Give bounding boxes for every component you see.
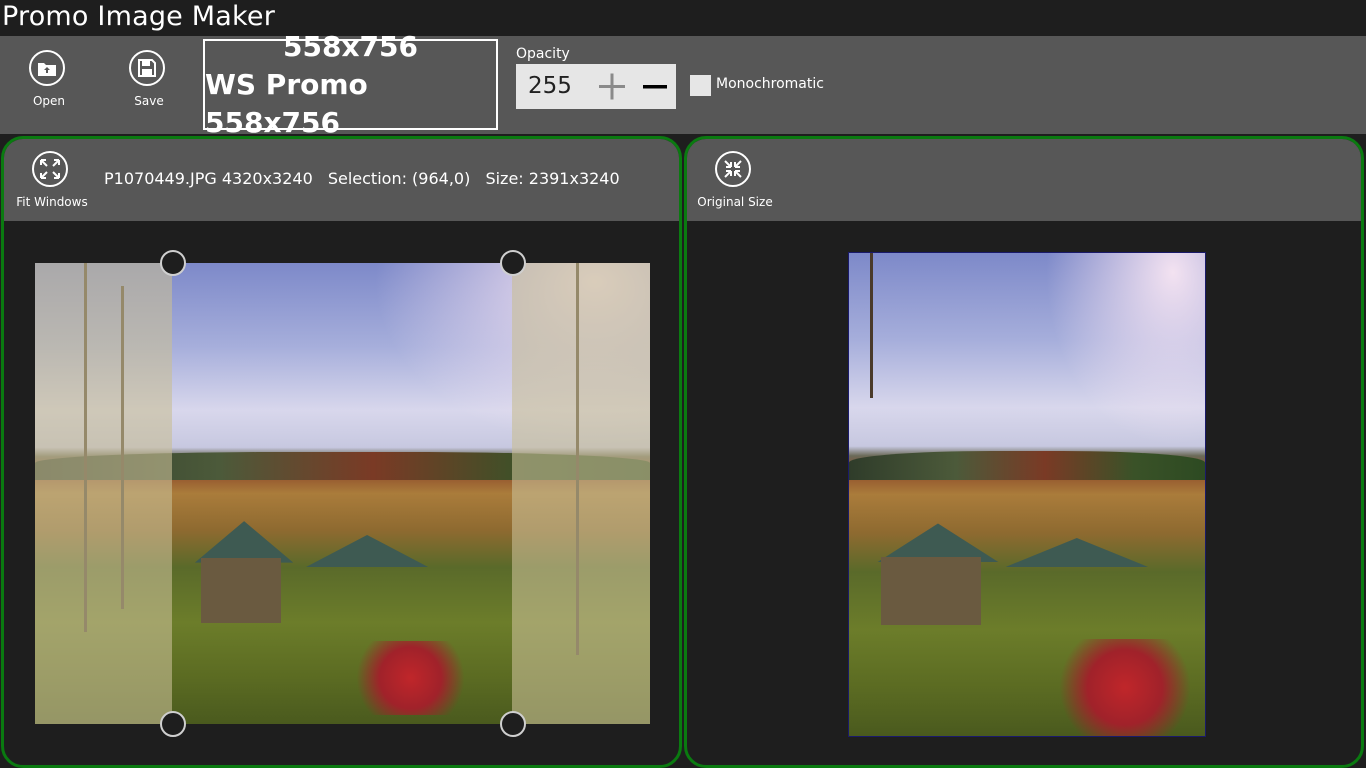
opacity-stepper: 255 bbox=[516, 64, 676, 109]
opacity-increase-button[interactable] bbox=[592, 64, 632, 109]
house-graphic bbox=[881, 557, 981, 625]
original-size-button[interactable]: Original Size bbox=[695, 149, 775, 229]
file-info: P1070449.JPG 4320x3240 bbox=[104, 169, 313, 188]
save-label: Save bbox=[134, 94, 164, 108]
image-info: P1070449.JPG 4320x3240 Selection: (964,0… bbox=[104, 169, 630, 188]
crop-handle-top-right[interactable] bbox=[500, 250, 526, 276]
source-panel: Fit Windows P1070449.JPG 4320x3240 Selec… bbox=[1, 136, 682, 768]
size-info: Size: 2391x3240 bbox=[485, 169, 620, 188]
title-bar: Promo Image Maker bbox=[0, 0, 1366, 36]
crop-shade-left bbox=[35, 263, 173, 724]
preview-image bbox=[848, 252, 1206, 737]
minus-icon bbox=[643, 85, 667, 89]
crop-handle-bottom-left[interactable] bbox=[160, 711, 186, 737]
hills-graphic bbox=[849, 451, 1205, 480]
opacity-value[interactable]: 255 bbox=[528, 64, 572, 109]
app-title: Promo Image Maker bbox=[2, 1, 276, 32]
original-size-label: Original Size bbox=[697, 195, 773, 209]
monochromatic-label: Monochromatic bbox=[716, 76, 824, 92]
preset-name: WS Promo 558x756 bbox=[205, 67, 368, 139]
source-panel-header: Fit Windows P1070449.JPG 4320x3240 Selec… bbox=[4, 139, 679, 221]
monochromatic-checkbox[interactable] bbox=[690, 75, 711, 96]
toolbar: Open Save 558x756 WS Promo 558x756 Opaci… bbox=[0, 30, 1366, 139]
floppy-disk-icon bbox=[129, 50, 165, 86]
crop-shade-right bbox=[512, 263, 650, 724]
folder-open-icon bbox=[29, 50, 65, 86]
preview-panel-header: Original Size bbox=[687, 139, 1361, 221]
plus-icon bbox=[599, 73, 625, 100]
preview-panel: Original Size bbox=[684, 136, 1364, 768]
house-graphic bbox=[201, 558, 281, 623]
selection-info: Selection: (964,0) bbox=[327, 169, 471, 188]
crop-handle-bottom-right[interactable] bbox=[500, 711, 526, 737]
open-button[interactable]: Open bbox=[9, 48, 89, 128]
source-image[interactable] bbox=[35, 263, 650, 724]
opacity-label: Opacity bbox=[516, 46, 570, 62]
crop-handle-top-left[interactable] bbox=[160, 250, 186, 276]
preset-selector[interactable]: 558x756 WS Promo 558x756 bbox=[203, 30, 498, 139]
open-label: Open bbox=[32, 94, 66, 108]
fit-windows-button[interactable]: Fit Windows bbox=[12, 149, 92, 229]
preset-size: 558x756 bbox=[283, 29, 418, 63]
expand-icon bbox=[32, 151, 68, 187]
collapse-icon bbox=[715, 151, 751, 187]
fit-windows-label: Fit Windows bbox=[16, 195, 88, 209]
save-button[interactable]: Save bbox=[109, 48, 189, 128]
opacity-decrease-button[interactable] bbox=[636, 64, 676, 109]
